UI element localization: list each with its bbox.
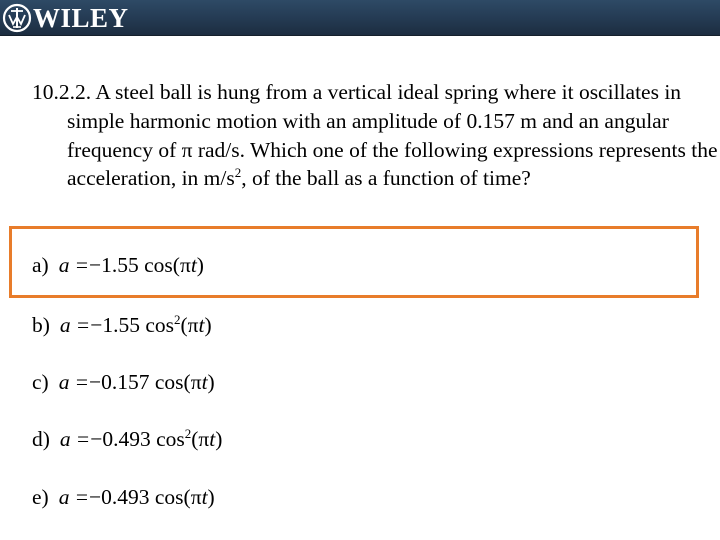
- coefficient: −0.493: [90, 427, 151, 451]
- question-number: 10.2.2.: [32, 80, 92, 104]
- equals-sign: =: [77, 427, 90, 451]
- equals-sign: =: [75, 370, 88, 394]
- option-label: c): [32, 370, 49, 394]
- function: cos: [144, 253, 173, 277]
- option-d[interactable]: d) a =−0.493 cos2(πt): [32, 426, 222, 452]
- coefficient: −1.55: [88, 253, 139, 277]
- coefficient: −1.55: [90, 313, 140, 337]
- option-e[interactable]: e) a =−0.493 cos(πt): [32, 484, 215, 510]
- brand-name: WILEY: [33, 3, 129, 33]
- variable: a: [58, 485, 70, 509]
- paren-close: ): [204, 313, 212, 337]
- variable: a: [59, 313, 71, 337]
- paren-close: ): [207, 485, 215, 509]
- pi-symbol: π: [187, 313, 199, 337]
- wiley-logo-icon: [2, 3, 32, 33]
- question-body-end: , of the ball as a function of time?: [241, 166, 531, 191]
- coefficient: −0.493: [88, 485, 150, 509]
- paren-close: ): [196, 253, 204, 277]
- question-text: 10.2.2. A steel ball is hung from a vert…: [32, 78, 720, 193]
- paren-open: (: [172, 253, 180, 277]
- option-c[interactable]: c) a =−0.157 cos(πt): [32, 369, 215, 395]
- paren-open: (: [183, 485, 191, 509]
- wiley-logo: WILEY: [2, 2, 129, 34]
- pi-symbol: π: [190, 370, 202, 394]
- function: cos: [145, 313, 174, 337]
- header-bar: WILEY: [0, 0, 720, 36]
- paren-open: (: [180, 313, 188, 337]
- paren-close: ): [215, 427, 223, 451]
- function: cos: [154, 370, 184, 394]
- option-label: b): [32, 313, 50, 337]
- pi-symbol: π: [198, 427, 210, 451]
- equals-sign: =: [77, 313, 90, 337]
- variable: a: [59, 427, 71, 451]
- option-a[interactable]: a) a =−1.55 cos(πt): [32, 252, 204, 278]
- option-label: e): [32, 485, 49, 509]
- equals-sign: =: [75, 253, 88, 277]
- pi-symbol: π: [179, 253, 191, 277]
- option-label: a): [32, 253, 49, 277]
- equals-sign: =: [75, 485, 88, 509]
- variable: a: [58, 253, 70, 277]
- paren-close: ): [207, 370, 215, 394]
- pi-symbol: π: [190, 485, 202, 509]
- coefficient: −0.157: [88, 370, 150, 394]
- function: cos: [156, 427, 185, 451]
- variable: a: [58, 370, 70, 394]
- paren-open: (: [183, 370, 191, 394]
- option-label: d): [32, 427, 50, 451]
- option-b[interactable]: b) a =−1.55 cos2(πt): [32, 312, 212, 338]
- function: cos: [154, 485, 184, 509]
